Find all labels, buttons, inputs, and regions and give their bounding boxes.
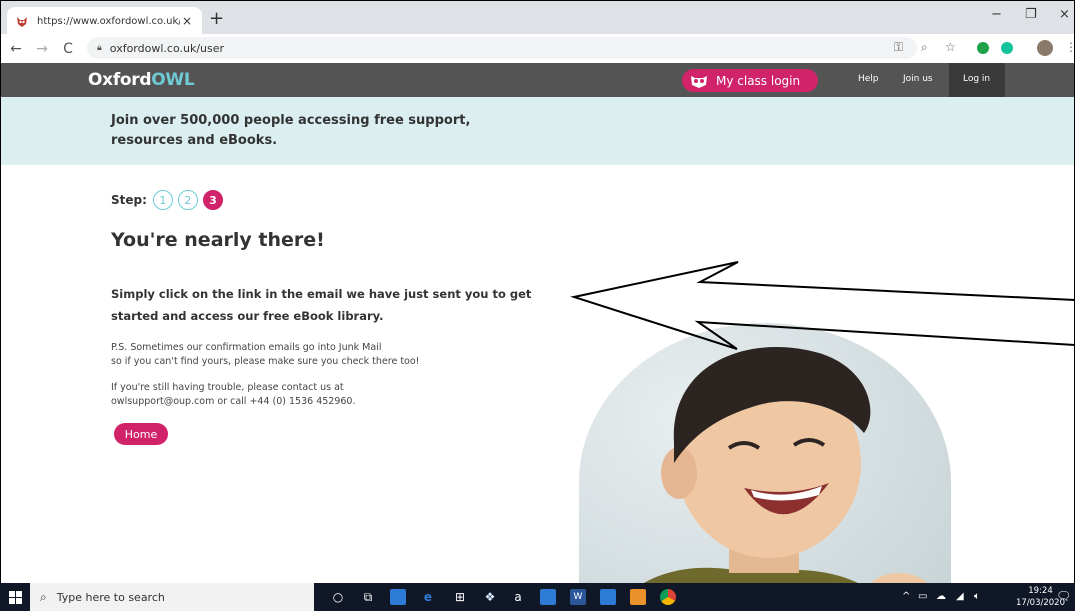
owl-favicon-icon — [15, 14, 29, 28]
network-icon[interactable]: ◢ — [956, 591, 964, 602]
chrome-icon[interactable] — [660, 589, 676, 605]
evernote-extension-icon[interactable] — [977, 42, 989, 54]
lead-text: Simply click on the link in the email we… — [111, 287, 532, 323]
step-indicator: Step: 1 2 3 — [111, 190, 228, 210]
onedrive-icon[interactable]: ☁ — [936, 591, 946, 602]
minimize-icon[interactable]: − — [991, 7, 1002, 22]
hero-child-photo — [579, 323, 951, 611]
main-content: Step: 1 2 3 You're nearly there! Simply … — [0, 165, 1075, 611]
tray-chevron-icon[interactable]: ^ — [902, 591, 910, 602]
login-link[interactable]: Log in — [963, 74, 990, 84]
word-icon[interactable]: W — [570, 589, 586, 605]
join-banner: Join over 500,000 people accessing free … — [0, 97, 1075, 165]
browser-tab[interactable]: https://www.oxfordowl.co.uk/use × — [7, 7, 202, 35]
cortana-icon[interactable]: ○ — [330, 589, 346, 605]
logo-oxford: Oxford — [88, 70, 152, 90]
task-view-icon[interactable]: ⧉ — [360, 589, 376, 605]
search-icon: ⌕ — [40, 589, 47, 604]
edge-icon[interactable]: e — [420, 589, 436, 605]
my-class-login-label: My class login — [716, 73, 801, 88]
browser-tab-strip: https://www.oxfordowl.co.uk/use × + − ❐ … — [0, 0, 1075, 35]
grammarly-extension-icon[interactable] — [1001, 42, 1013, 54]
taskbar-search-placeholder: Type here to search — [56, 590, 165, 604]
mail-icon[interactable] — [540, 589, 556, 605]
owl-icon — [688, 72, 710, 89]
close-window-icon[interactable]: × — [1059, 7, 1070, 22]
login-tab[interactable]: Log in — [949, 63, 1005, 97]
slides-icon[interactable] — [630, 589, 646, 605]
home-button[interactable]: Home — [114, 423, 168, 445]
new-tab-button[interactable]: + — [209, 9, 224, 29]
page-title: You're nearly there! — [111, 229, 325, 251]
ps-note-line-2: so if you can't find yours, please make … — [111, 356, 420, 367]
reload-icon[interactable]: C — [57, 41, 79, 57]
amazon-icon[interactable]: a — [510, 589, 526, 605]
ps-note-line-1: P.S. Sometimes our confirmation emails g… — [111, 342, 382, 353]
key-icon[interactable]: ⚿ — [894, 40, 903, 55]
logo-owl: OWL — [151, 70, 195, 90]
menu-kebab-icon[interactable]: ⋮ — [1065, 40, 1075, 54]
help-line-2: owlsupport@oup.com or call +44 (0) 1536 … — [111, 396, 356, 407]
join-us-link[interactable]: Join us — [903, 74, 933, 84]
step-1: 1 — [152, 190, 173, 210]
help-line-1: If you're still having trouble, please c… — [111, 382, 344, 393]
battery-icon[interactable]: ▭ — [918, 591, 927, 602]
restore-icon[interactable]: ❐ — [1025, 7, 1037, 22]
tab-close-icon[interactable]: × — [180, 14, 194, 28]
lock-icon: 🔒︎ — [97, 43, 102, 53]
step-3-active: 3 — [202, 190, 223, 210]
store-icon[interactable]: ⊞ — [452, 589, 468, 605]
step-label: Step: — [111, 193, 147, 207]
windows-taskbar: ⌕ Type here to search ○ ⧉ e ⊞ ❖ a W ^ ▭ … — [0, 583, 1075, 611]
address-url: oxfordowl.co.uk/user — [109, 41, 225, 55]
zoom-icon[interactable]: ⌕ — [921, 40, 928, 55]
address-bar[interactable]: 🔒︎ oxfordowl.co.uk/user — [87, 37, 917, 59]
taskbar-search-box[interactable]: ⌕ Type here to search — [30, 583, 314, 611]
my-class-login-button[interactable]: My class login — [682, 69, 818, 92]
windows-start-icon[interactable] — [0, 583, 30, 611]
file-explorer-icon[interactable] — [390, 589, 406, 605]
back-icon[interactable]: ← — [5, 41, 27, 57]
oxford-owl-logo[interactable]: OxfordOWL — [88, 70, 195, 90]
bookmark-star-icon[interactable]: ☆ — [945, 40, 956, 54]
step-2: 2 — [177, 190, 198, 210]
dropbox-icon[interactable]: ❖ — [482, 589, 498, 605]
profile-avatar[interactable] — [1037, 40, 1053, 56]
site-header: OxfordOWL My class login Help Join us Lo… — [0, 63, 1075, 97]
forward-icon[interactable]: → — [31, 41, 53, 57]
browser-toolbar: ← → C 🔒︎ oxfordowl.co.uk/user ⚿ ⌕ ☆ ⋮ — [0, 34, 1075, 63]
volume-icon[interactable]: 🔈︎ — [974, 591, 980, 602]
tab-title: https://www.oxfordowl.co.uk/use — [37, 15, 180, 27]
banner-text: Join over 500,000 people accessing free … — [111, 113, 471, 148]
calendar-icon[interactable] — [600, 589, 616, 605]
help-link[interactable]: Help — [858, 74, 879, 84]
notifications-icon[interactable]: 🗨︎ — [1056, 589, 1071, 603]
